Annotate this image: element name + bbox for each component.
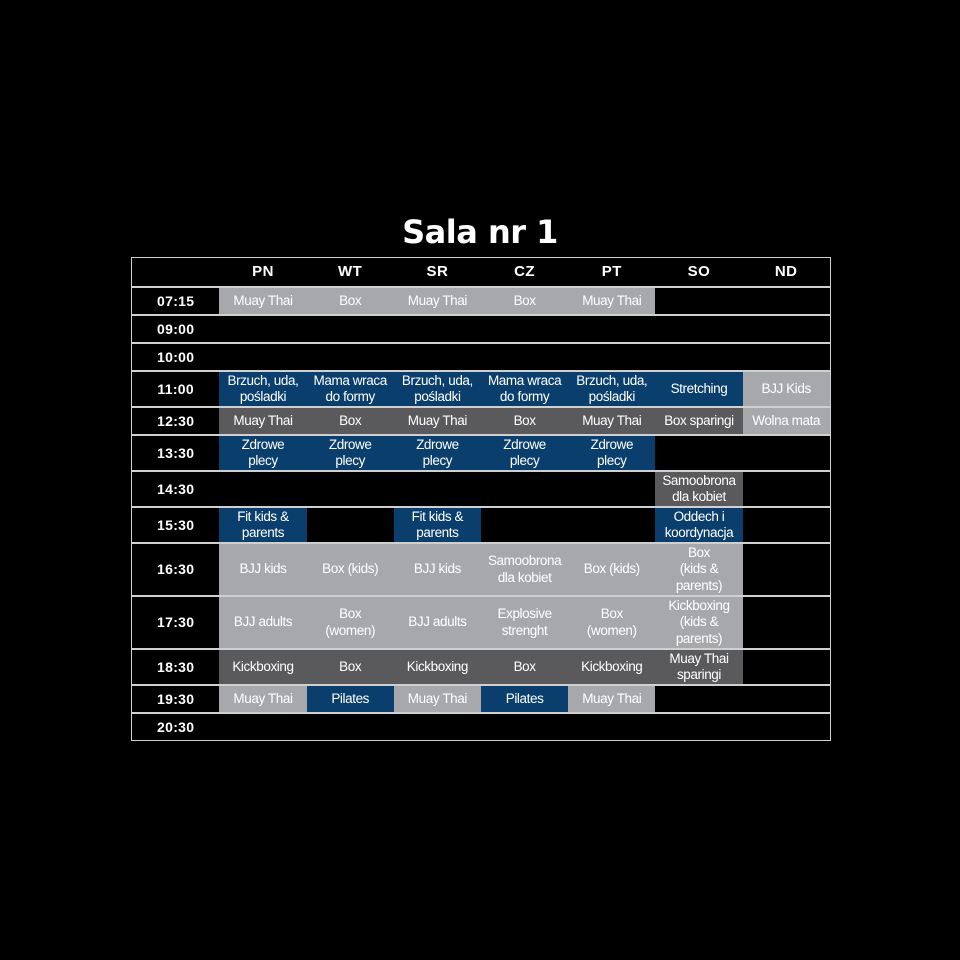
day-header-cz: CZ [514, 262, 536, 280]
day-header-row: PN WT SR CZ PT SO ND [132, 258, 830, 286]
class-cell: Mama wraca do formy [306, 372, 394, 406]
class-cell: BJJ Kids [742, 372, 830, 406]
class-cell: Muay Thai [219, 686, 307, 712]
class-cell: Zdrowe plecy [568, 436, 656, 470]
time-label: 13:30 [157, 444, 195, 461]
time-label: 09:00 [157, 320, 195, 337]
page-title: Sala nr 1 [402, 213, 558, 251]
class-cell: Box (kids) [306, 544, 394, 595]
class-cell: BJJ adults [219, 597, 307, 648]
day-header-nd: ND [774, 262, 798, 280]
class-cell: Brzuch, uda, pośladki [393, 372, 481, 406]
class-cell: Fit kids & parents [393, 508, 481, 542]
time-label: 20:30 [157, 718, 195, 735]
class-cell: Samoobrona dla kobiet [655, 472, 743, 506]
class-cell: Muay Thai [219, 288, 307, 314]
class-cell: Box sparingi [655, 408, 743, 434]
class-cell: Box (women) [306, 597, 394, 648]
time-row-1100: 11:00 Brzuch, uda, pośladki Mama wraca do fo… [132, 370, 830, 406]
class-cell: Box [306, 288, 394, 314]
class-cell: Kickboxing (kids & parents) [655, 597, 743, 648]
class-cell: Box [481, 288, 569, 314]
day-header-sr: SR [426, 262, 449, 280]
time-row-1000: 10:00 [132, 342, 830, 370]
class-cell: Muay Thai sparingi [655, 650, 743, 684]
corner-cell [132, 258, 219, 286]
time-row-1630: 16:30 BJJ kids Box (kids) BJJ kids Samoobron… [132, 542, 830, 595]
time-label: 12:30 [157, 412, 195, 429]
time-label: 15:30 [157, 516, 195, 533]
day-header-pn: PN [252, 262, 274, 280]
class-cell: Zdrowe plecy [481, 436, 569, 470]
class-cell: Fit kids & parents [219, 508, 307, 542]
day-header-pt: PT [601, 262, 622, 280]
time-row-0715: 07:15 Muay Thai Box Muay Thai Box Muay Thai [132, 286, 830, 314]
time-row-1530: 15:30 Fit kids & parents Fit kids & parents O… [132, 506, 830, 542]
class-cell: BJJ kids [393, 544, 481, 595]
class-cell: Zdrowe plecy [393, 436, 481, 470]
class-cell: Mama wraca do formy [481, 372, 569, 406]
schedule-table: PN WT SR CZ PT SO ND 07:15 Muay Thai Box Muay Thai… [131, 257, 831, 741]
day-header-so: SO [687, 262, 711, 280]
class-cell: Explosive strenght [481, 597, 569, 648]
time-row-1830: 18:30 Kickboxing Box Kickboxing Box Kickboxin… [132, 648, 830, 684]
class-cell: Brzuch, uda, pośladki [568, 372, 656, 406]
class-cell: Oddech i koordynacja [655, 508, 743, 542]
time-label: 18:30 [157, 658, 195, 675]
time-label: 11:00 [157, 380, 194, 397]
time-row-1330: 13:30 Zdrowe plecy Zdrowe plecy Zdrowe plecy Zd… [132, 434, 830, 470]
class-cell: Muay Thai [393, 288, 481, 314]
class-cell: BJJ kids [219, 544, 307, 595]
class-cell: Kickboxing [568, 650, 656, 684]
class-cell: Kickboxing [393, 650, 481, 684]
time-label: 19:30 [157, 690, 195, 707]
class-cell: Pilates [481, 686, 569, 712]
class-cell: Zdrowe plecy [306, 436, 394, 470]
time-row-0900: 09:00 [132, 314, 830, 342]
time-row-1430: 14:30 Samoobrona dla kobiet [132, 470, 830, 506]
time-label: 16:30 [157, 561, 195, 578]
class-cell: Samoobrona dla kobiet [481, 544, 569, 595]
time-label: 17:30 [157, 614, 195, 631]
class-cell: Zdrowe plecy [219, 436, 307, 470]
class-cell: Box (kids & parents) [655, 544, 743, 595]
class-cell: BJJ adults [393, 597, 481, 648]
class-cell: Kickboxing [219, 650, 307, 684]
class-cell: Muay Thai [393, 686, 481, 712]
class-cell: Box [306, 408, 394, 434]
time-label: 14:30 [157, 480, 195, 497]
time-label: 07:15 [157, 292, 195, 309]
class-cell: Stretching [655, 372, 743, 406]
class-cell: Box [481, 408, 569, 434]
time-label: 10:00 [157, 348, 195, 365]
class-cell: Muay Thai [219, 408, 307, 434]
class-cell: Muay Thai [393, 408, 481, 434]
class-cell: Box (women) [568, 597, 656, 648]
class-cell: Box [481, 650, 569, 684]
class-cell: Box [306, 650, 394, 684]
class-cell: Muay Thai [568, 288, 656, 314]
class-cell: Muay Thai [568, 408, 656, 434]
time-row-1730: 17:30 BJJ adults Box (women) BJJ adults Explo… [132, 595, 830, 648]
class-cell: Box (kids) [568, 544, 656, 595]
time-row-1930: 19:30 Muay Thai Pilates Muay Thai Pilates Mua… [132, 684, 830, 712]
class-cell: Muay Thai [568, 686, 656, 712]
time-row-1230: 12:30 Muay Thai Box Muay Thai Box Muay Thai Bo… [132, 406, 830, 434]
class-cell: Brzuch, uda, pośladki [219, 372, 307, 406]
class-cell: Pilates [306, 686, 394, 712]
day-header-wt: WT [338, 262, 363, 280]
time-row-2030: 20:30 [132, 712, 830, 740]
class-cell: Wolna mata [742, 408, 830, 434]
